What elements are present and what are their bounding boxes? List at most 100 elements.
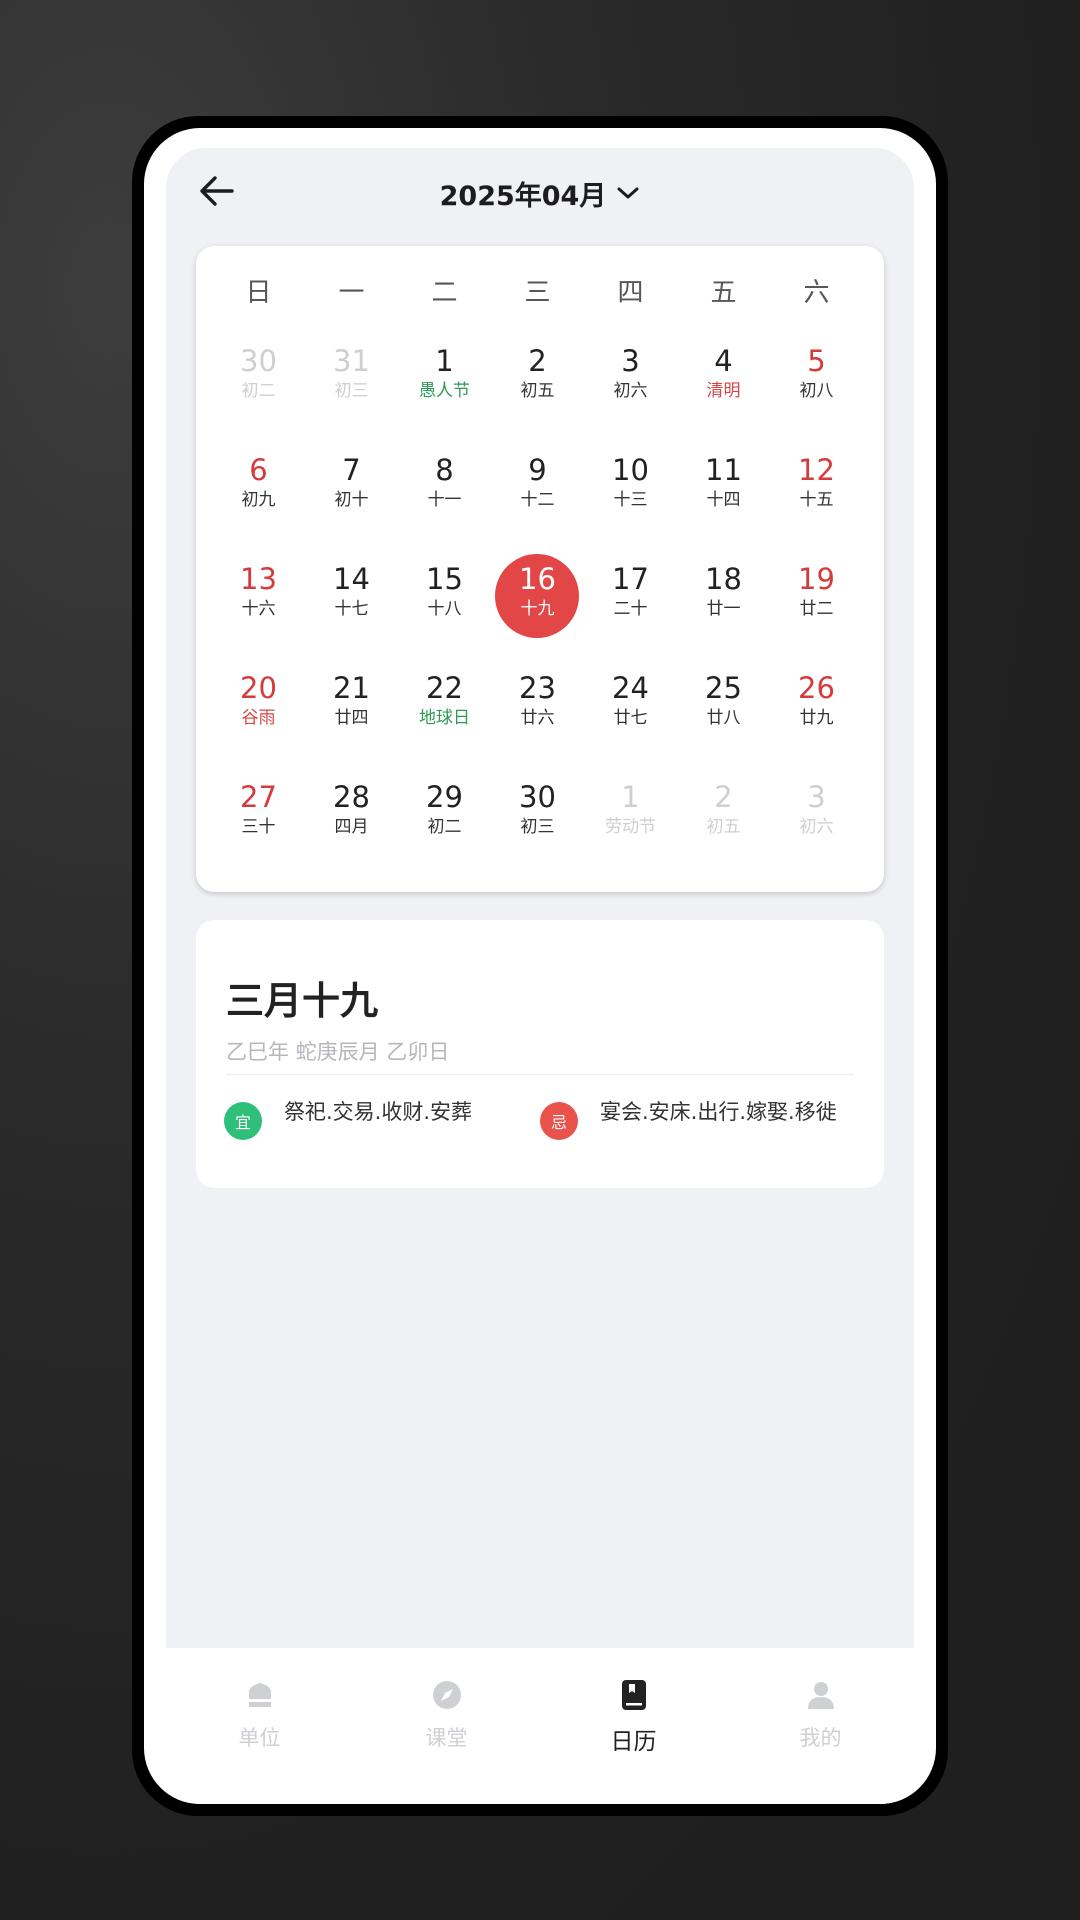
- calendar-day[interactable]: 21 廿四: [305, 665, 398, 759]
- tab-label: 单位: [238, 1726, 281, 1750]
- calendar-day[interactable]: 5 初八: [770, 338, 863, 432]
- day-number: 29: [426, 780, 463, 814]
- day-detail-card: 三月十九 乙巳年 蛇庚辰月 乙卯日 宜 祭祀.交易.收财.安葬 忌 宴会.安床.…: [196, 920, 884, 1188]
- calendar-day[interactable]: 1 愚人节: [398, 338, 491, 432]
- lunar-day: 廿一: [706, 599, 741, 619]
- lunar-day: 十五: [799, 490, 834, 510]
- divider: [226, 1074, 854, 1075]
- phone-screen: 2025年04月 日 一 二 三 四 五 六 30 初二 31 初三 1 愚人节 2 初五 3 初…: [144, 128, 936, 1804]
- suitable-badge: 宜: [224, 1102, 262, 1140]
- day-number: 30: [519, 780, 556, 814]
- day-number: 21: [333, 671, 370, 705]
- day-number: 13: [240, 562, 277, 596]
- weekday-label: 四: [617, 278, 644, 308]
- calendar-day[interactable]: 17 二十: [584, 556, 677, 650]
- calendar-day[interactable]: 15 十八: [398, 556, 491, 650]
- calendar-day[interactable]: 22 地球日: [398, 665, 491, 759]
- tab-calendar[interactable]: 日历: [540, 1648, 727, 1758]
- lunar-day: 初三: [520, 817, 555, 837]
- day-number: 10: [612, 453, 649, 487]
- day-number: 5: [807, 344, 826, 378]
- weekday-label: 一: [338, 278, 365, 308]
- lunar-day: 二十: [613, 599, 648, 619]
- tab-classroom[interactable]: 课堂: [353, 1648, 540, 1758]
- calendar-day[interactable]: 3 初六: [584, 338, 677, 432]
- calendar-day[interactable]: 3 初六: [770, 774, 863, 868]
- calendar-day[interactable]: 6 初九: [212, 447, 305, 541]
- calendar-day[interactable]: 1 劳动节: [584, 774, 677, 868]
- day-number: 25: [705, 671, 742, 705]
- day-number: 16: [519, 562, 556, 596]
- lunar-day: 廿八: [706, 708, 741, 728]
- lunar-day: 廿二: [799, 599, 834, 619]
- bottom-tab-bar: 单位 课堂 日历 我的: [166, 1648, 914, 1804]
- lunar-day: 十八: [427, 599, 462, 619]
- month-picker[interactable]: 2025年04月: [425, 170, 655, 216]
- calendar-week-row: 30 初二 31 初三 1 愚人节 2 初五 3 初六 4 清明 5 初八: [212, 338, 863, 447]
- ganzhi-text: 乙巳年 蛇庚辰月 乙卯日: [226, 1040, 450, 1064]
- calendar-day[interactable]: 13 十六: [212, 556, 305, 650]
- day-number: 11: [705, 453, 742, 487]
- day-number: 30: [240, 344, 277, 378]
- lunar-day: 谷雨: [241, 708, 276, 728]
- day-number: 17: [612, 562, 649, 596]
- calendar-day[interactable]: 26 廿九: [770, 665, 863, 759]
- day-number: 9: [528, 453, 547, 487]
- weekday-label: 日: [245, 278, 272, 308]
- lunar-day: 初二: [241, 381, 276, 401]
- arrow-left-icon: [200, 176, 234, 206]
- tab-unit[interactable]: 单位: [166, 1648, 353, 1758]
- lunar-day: 初三: [334, 381, 369, 401]
- tab-label: 日历: [610, 1729, 657, 1755]
- calendar-grid: 30 初二 31 初三 1 愚人节 2 初五 3 初六 4 清明 5 初八 6 初九 7 初十 8 十一 9 十二 10 十三…: [212, 338, 863, 883]
- calendar-day[interactable]: 2 初五: [491, 338, 584, 432]
- calendar-day[interactable]: 2 初五: [677, 774, 770, 868]
- calendar-week-row: 13 十六 14 十七 15 十八 16 十九 17 二十 18 廿一 19 廿二: [212, 554, 863, 665]
- calendar-app: 2025年04月 日 一 二 三 四 五 六 30 初二 31 初三 1 愚人节 2 初五 3 初…: [166, 148, 914, 1648]
- calendar-day[interactable]: 14 十七: [305, 556, 398, 650]
- day-number: 28: [333, 780, 370, 814]
- day-number: 6: [249, 453, 268, 487]
- tab-mine[interactable]: 我的: [727, 1648, 914, 1758]
- day-number: 20: [240, 671, 277, 705]
- lunar-day: 十一: [427, 490, 462, 510]
- lunar-day: 劳动节: [605, 817, 656, 837]
- calendar-day[interactable]: 31 初三: [305, 338, 398, 432]
- calendar-day[interactable]: 23 廿六: [491, 665, 584, 759]
- lunar-day: 十九: [520, 599, 555, 619]
- calendar-day[interactable]: 19 廿二: [770, 556, 863, 650]
- lunar-day: 初五: [706, 817, 741, 837]
- lunar-day: 十七: [334, 599, 369, 619]
- calendar-day[interactable]: 25 廿八: [677, 665, 770, 759]
- calendar-day[interactable]: 18 廿一: [677, 556, 770, 650]
- lunar-day: 初八: [799, 381, 834, 401]
- calendar-day[interactable]: 11 十四: [677, 447, 770, 541]
- calendar-day[interactable]: 10 十三: [584, 447, 677, 541]
- day-number: 18: [705, 562, 742, 596]
- day-number: 15: [426, 562, 463, 596]
- calendar-day[interactable]: 28 四月: [305, 774, 398, 868]
- calendar-day[interactable]: 20 谷雨: [212, 665, 305, 759]
- calendar-day[interactable]: 7 初十: [305, 447, 398, 541]
- lunar-day: 廿九: [799, 708, 834, 728]
- calendar-day[interactable]: 4 清明: [677, 338, 770, 432]
- day-number: 19: [798, 562, 835, 596]
- day-number: 8: [435, 453, 454, 487]
- calendar-day[interactable]: 12 十五: [770, 447, 863, 541]
- lunar-day: 廿六: [520, 708, 555, 728]
- calendar-day[interactable]: 24 廿七: [584, 665, 677, 759]
- suitable-activities: 祭祀.交易.收财.安葬: [284, 1100, 473, 1124]
- calendar-day[interactable]: 29 初二: [398, 774, 491, 868]
- calendar-day[interactable]: 30 初三: [491, 774, 584, 868]
- calendar-day[interactable]: 8 十一: [398, 447, 491, 541]
- suitable-row: 宜 祭祀.交易.收财.安葬: [224, 1094, 472, 1140]
- calendar-day[interactable]: 9 十二: [491, 447, 584, 541]
- lunar-day: 初六: [799, 817, 834, 837]
- back-button[interactable]: [192, 166, 242, 216]
- calendar-week-row: 27 三十 28 四月 29 初二 30 初三 1 劳动节 2 初五 3 初六: [212, 774, 863, 883]
- calendar-day[interactable]: 27 三十: [212, 774, 305, 868]
- avoid-badge: 忌: [540, 1102, 578, 1140]
- weekday-label: 二: [431, 278, 458, 308]
- calendar-day-selected[interactable]: 16 十九: [491, 554, 584, 650]
- calendar-day[interactable]: 30 初二: [212, 338, 305, 432]
